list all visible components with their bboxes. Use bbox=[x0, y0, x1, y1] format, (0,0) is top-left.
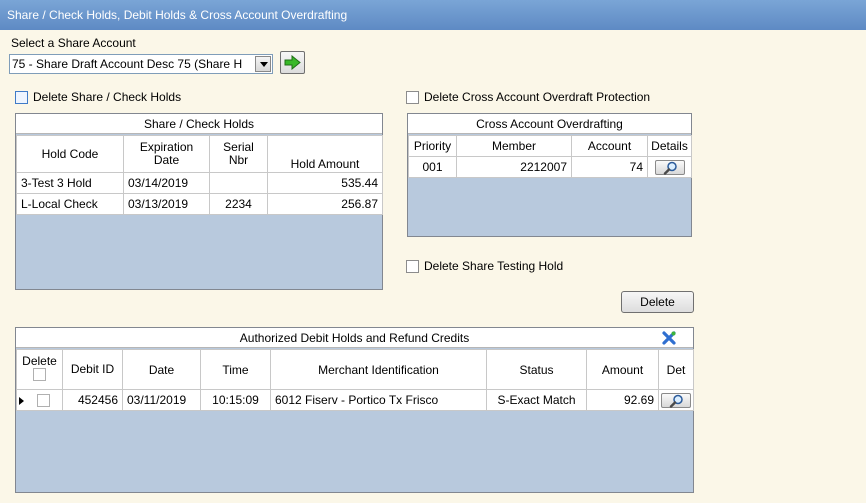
window-title-bar: Share / Check Holds, Debit Holds & Cross… bbox=[0, 0, 866, 30]
share-check-holds-panel: Share / Check Holds Hold Code Expiration… bbox=[15, 113, 383, 290]
debit-holds-panel: Authorized Debit Holds and Refund Credit… bbox=[15, 327, 694, 493]
table-row[interactable]: 3-Test 3 Hold 03/14/2019 535.44 bbox=[16, 172, 383, 194]
column-header-serial-nbr[interactable]: Serial Nbr bbox=[209, 135, 268, 173]
cross-account-panel: Cross Account Overdrafting Priority Memb… bbox=[407, 113, 692, 237]
share-account-label: Select a Share Account bbox=[11, 36, 136, 50]
magnifier-icon bbox=[663, 161, 677, 175]
delete-share-check-holds-option[interactable]: Delete Share / Check Holds bbox=[15, 90, 181, 104]
amount-cell[interactable]: 92.69 bbox=[586, 389, 659, 411]
expiration-date-cell[interactable]: 03/13/2019 bbox=[123, 193, 210, 215]
column-header-det[interactable]: Det bbox=[658, 349, 694, 390]
date-cell[interactable]: 03/11/2019 bbox=[122, 389, 201, 411]
delete-button[interactable]: Delete bbox=[621, 291, 694, 313]
green-arrow-right-icon bbox=[284, 55, 301, 70]
row-selector-arrow-icon bbox=[19, 396, 24, 405]
column-header-priority[interactable]: Priority bbox=[408, 135, 457, 157]
hold-code-cell[interactable]: L-Local Check bbox=[16, 193, 124, 215]
details-cell bbox=[647, 156, 692, 178]
column-header-debit-id[interactable]: Debit ID bbox=[62, 349, 123, 390]
table-row[interactable]: L-Local Check 03/13/2019 2234 256.87 bbox=[16, 193, 383, 215]
hold-amount-cell[interactable]: 535.44 bbox=[267, 172, 383, 194]
debit-holds-table: Delete Debit ID Date Time Merchant Ident… bbox=[16, 349, 694, 411]
share-check-holds-table: Hold Code Expiration Date Serial Nbr Hol… bbox=[16, 135, 383, 215]
blue-x-icon bbox=[662, 331, 676, 345]
det-button[interactable] bbox=[661, 392, 691, 408]
merchant-cell[interactable]: 6012 Fiserv - Portico Tx Frisco bbox=[270, 389, 487, 411]
delete-cell bbox=[16, 389, 63, 411]
column-header-date[interactable]: Date bbox=[122, 349, 201, 390]
select-all-checkbox[interactable] bbox=[33, 368, 46, 381]
delete-button-label: Delete bbox=[640, 295, 675, 309]
delete-cross-account-checkbox[interactable] bbox=[406, 90, 419, 104]
status-cell[interactable]: S-Exact Match bbox=[486, 389, 587, 411]
delete-cross-account-label: Delete Cross Account Overdraft Protectio… bbox=[424, 90, 651, 104]
share-check-holds-title: Share / Check Holds bbox=[16, 114, 382, 134]
chevron-down-icon[interactable] bbox=[255, 56, 271, 72]
table-row[interactable]: 452456 03/11/2019 10:15:09 6012 Fiserv -… bbox=[16, 389, 694, 411]
go-button[interactable] bbox=[280, 51, 305, 74]
table-row[interactable]: 001 2212007 74 bbox=[408, 156, 692, 178]
share-account-selected-value: 75 - Share Draft Account Desc 75 (Share … bbox=[12, 57, 243, 71]
debit-id-cell[interactable]: 452456 bbox=[62, 389, 123, 411]
serial-nbr-cell[interactable] bbox=[209, 172, 268, 194]
delete-share-check-holds-label: Delete Share / Check Holds bbox=[33, 90, 182, 104]
table-header-row: Hold Code Expiration Date Serial Nbr Hol… bbox=[16, 135, 383, 173]
delete-share-testing-checkbox[interactable] bbox=[406, 259, 419, 273]
delete-cross-account-option[interactable]: Delete Cross Account Overdraft Protectio… bbox=[406, 90, 650, 104]
delete-share-testing-option[interactable]: Delete Share Testing Hold bbox=[406, 259, 563, 273]
time-cell[interactable]: 10:15:09 bbox=[200, 389, 271, 411]
column-header-amount[interactable]: Amount bbox=[586, 349, 659, 390]
table-header-row: Priority Member Account Details bbox=[408, 135, 692, 157]
cross-account-title: Cross Account Overdrafting bbox=[408, 114, 691, 134]
column-header-delete-label: Delete bbox=[22, 354, 57, 368]
member-cell[interactable]: 2212007 bbox=[456, 156, 572, 178]
column-header-delete: Delete bbox=[16, 349, 63, 390]
serial-nbr-cell[interactable]: 2234 bbox=[209, 193, 268, 215]
table-header-row: Delete Debit ID Date Time Merchant Ident… bbox=[16, 349, 694, 390]
hold-code-cell[interactable]: 3-Test 3 Hold bbox=[16, 172, 124, 194]
column-header-status[interactable]: Status bbox=[486, 349, 587, 390]
row-delete-checkbox[interactable] bbox=[37, 394, 50, 408]
column-header-time[interactable]: Time bbox=[200, 349, 271, 390]
account-cell[interactable]: 74 bbox=[571, 156, 648, 178]
hold-amount-cell[interactable]: 256.87 bbox=[267, 193, 383, 215]
delete-share-testing-label: Delete Share Testing Hold bbox=[424, 259, 564, 273]
magnifier-icon bbox=[669, 394, 683, 408]
column-header-details[interactable]: Details bbox=[647, 135, 692, 157]
column-header-account[interactable]: Account bbox=[571, 135, 648, 157]
column-header-hold-code[interactable]: Hold Code bbox=[16, 135, 124, 173]
column-header-merchant[interactable]: Merchant Identification bbox=[270, 349, 487, 390]
share-account-select[interactable]: 75 - Share Draft Account Desc 75 (Share … bbox=[9, 54, 273, 74]
debit-holds-title: Authorized Debit Holds and Refund Credit… bbox=[239, 331, 470, 345]
expiration-date-cell[interactable]: 03/14/2019 bbox=[123, 172, 210, 194]
debit-holds-title-bar: Authorized Debit Holds and Refund Credit… bbox=[16, 328, 693, 348]
details-button[interactable] bbox=[654, 159, 685, 175]
delete-share-check-holds-checkbox[interactable] bbox=[15, 90, 28, 104]
det-cell bbox=[658, 389, 694, 411]
column-header-member[interactable]: Member bbox=[456, 135, 572, 157]
priority-cell[interactable]: 001 bbox=[408, 156, 457, 178]
column-header-hold-amount[interactable]: Hold Amount bbox=[267, 135, 383, 173]
window-title: Share / Check Holds, Debit Holds & Cross… bbox=[7, 8, 348, 22]
cross-account-table: Priority Member Account Details 001 2212… bbox=[408, 135, 692, 178]
column-header-expiration-date[interactable]: Expiration Date bbox=[123, 135, 210, 173]
